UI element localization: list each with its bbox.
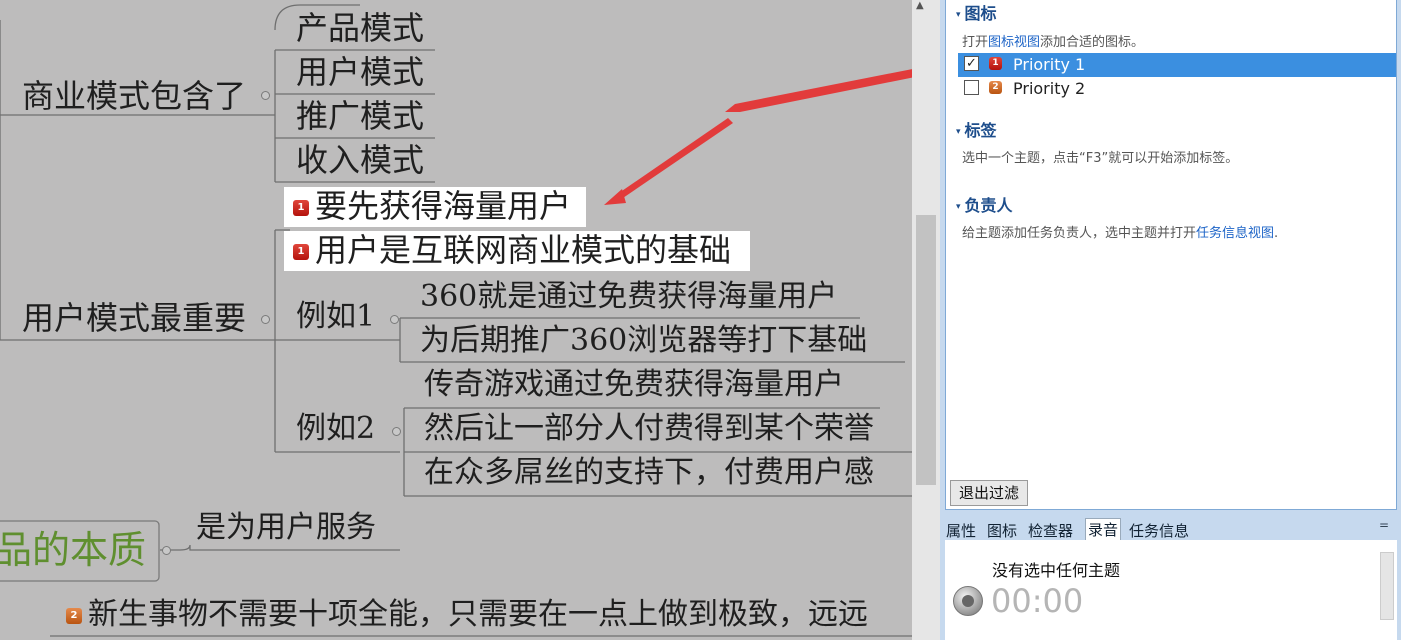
priority-2-icon: 2 bbox=[989, 81, 1002, 94]
recording-status: 没有选中任何主题 bbox=[992, 561, 1121, 580]
icon-view-link[interactable]: 图标视图 bbox=[988, 35, 1040, 50]
collapse-triangle-icon: ▾ bbox=[956, 9, 961, 20]
panel-tabs: 属性 图标 检查器 录音 任务信息 = bbox=[945, 518, 1397, 541]
scrollbar-thumb[interactable] bbox=[916, 215, 936, 485]
topic-eg1-item-1[interactable]: 360就是通过免费获得海量用户 bbox=[420, 282, 837, 312]
assignee-desc-suffix: . bbox=[1274, 226, 1279, 241]
scroll-up-icon[interactable]: ▲ bbox=[916, 0, 924, 11]
recording-panel: 没有选中任何主题 00:00 bbox=[945, 540, 1397, 640]
filter-item-label: Priority 2 bbox=[1013, 79, 1086, 98]
checkbox-icon[interactable] bbox=[964, 80, 979, 95]
assignee-section-title: 负责人 bbox=[964, 196, 1013, 215]
topic-eg2-item-1[interactable]: 传奇游戏通过免费获得海量用户 bbox=[424, 370, 844, 400]
tags-section-desc: 选中一个主题，点击“F3”就可以开始添加标签。 bbox=[962, 151, 1239, 166]
collapse-toggle[interactable] bbox=[392, 427, 401, 436]
topic-note-1: 要先获得海量用户 bbox=[315, 187, 572, 225]
topic-user-model[interactable]: 用户模式 bbox=[296, 56, 424, 88]
filter-panel: ▾ 图标 打开图标视图添加合适的图标。 ✓ 1 Priority 1 2 Prio… bbox=[945, 0, 1397, 510]
topic-promotion-model[interactable]: 推广模式 bbox=[296, 100, 424, 132]
tab-icons[interactable]: 图标 bbox=[987, 520, 1017, 541]
record-button-icon[interactable] bbox=[953, 586, 983, 616]
filter-item-label: Priority 1 bbox=[1013, 55, 1086, 74]
exit-filter-button[interactable]: 退出过滤 bbox=[950, 480, 1028, 506]
topic-user-model-key[interactable]: 用户模式最重要 bbox=[22, 302, 246, 334]
topic-eg2-item-3[interactable]: 在众多屌丝的支持下，付费用户感 bbox=[424, 458, 874, 488]
assignee-section-header[interactable]: ▾ 负责人 bbox=[956, 192, 1013, 216]
topic-eg2-item-2[interactable]: 然后让一部分人付费得到某个荣誉 bbox=[424, 414, 874, 444]
collapse-toggle[interactable] bbox=[261, 91, 270, 100]
topic-eg1-item-2[interactable]: 为后期推广360浏览器等打下基础 bbox=[420, 326, 867, 356]
icons-section-header[interactable]: ▾ 图标 bbox=[956, 0, 997, 24]
collapse-toggle[interactable] bbox=[261, 315, 270, 324]
topic-note-2: 用户是互联网商业模式的基础 bbox=[315, 231, 732, 269]
topic-revenue-model[interactable]: 收入模式 bbox=[296, 144, 424, 176]
mindmap-canvas[interactable]: 商业模式包含了 产品模式 用户模式 推广模式 收入模式 1 要先获得海量用户 1… bbox=[0, 0, 912, 640]
recording-scrollbar[interactable] bbox=[1380, 552, 1394, 620]
priority-1-icon: 1 bbox=[293, 244, 309, 260]
topic-product-essence[interactable]: 品的本质 bbox=[0, 531, 146, 569]
priority-1-icon: 1 bbox=[989, 57, 1002, 70]
topic-new-things[interactable]: 新生事物不需要十项全能，只需要在一点上做到极致，远远 bbox=[88, 600, 868, 630]
tab-inspector[interactable]: 检查器 bbox=[1028, 520, 1073, 541]
task-info-view-link[interactable]: 任务信息视图 bbox=[1196, 226, 1274, 241]
tab-task-info[interactable]: 任务信息 bbox=[1129, 520, 1189, 541]
filter-item-priority-1[interactable]: ✓ 1 Priority 1 bbox=[958, 53, 1396, 77]
topic-serve-users[interactable]: 是为用户服务 bbox=[196, 513, 376, 543]
icons-section-title: 图标 bbox=[964, 4, 997, 23]
topic-note-2-highlight[interactable]: 1 用户是互联网商业模式的基础 bbox=[284, 231, 750, 271]
topic-business-model[interactable]: 商业模式包含了 bbox=[22, 80, 246, 112]
assignee-section-desc: 给主题添加任务负责人，选中主题并打开任务信息视图. bbox=[962, 222, 1278, 241]
canvas-scrollbar[interactable] bbox=[912, 0, 940, 640]
priority-2-icon: 2 bbox=[66, 608, 82, 624]
collapse-triangle-icon: ▾ bbox=[956, 126, 961, 137]
filter-item-priority-2[interactable]: 2 Priority 2 bbox=[958, 77, 1396, 101]
priority-1-icon: 1 bbox=[293, 200, 309, 216]
topic-example-1[interactable]: 例如1 bbox=[296, 302, 375, 332]
collapse-toggle[interactable] bbox=[162, 546, 171, 555]
topic-note-1-highlight[interactable]: 1 要先获得海量用户 bbox=[284, 187, 586, 227]
collapse-triangle-icon: ▾ bbox=[956, 201, 961, 212]
topic-product-model[interactable]: 产品模式 bbox=[296, 12, 424, 44]
tags-section-title: 标签 bbox=[964, 121, 997, 140]
tags-section-header[interactable]: ▾ 标签 bbox=[956, 117, 997, 141]
tab-properties[interactable]: 属性 bbox=[946, 520, 976, 541]
icons-desc-prefix: 打开 bbox=[962, 35, 989, 50]
collapse-toggle[interactable] bbox=[390, 315, 399, 324]
checkbox-icon[interactable]: ✓ bbox=[964, 56, 979, 71]
icons-section-desc: 打开图标视图添加合适的图标。 bbox=[962, 31, 1144, 50]
tab-recording[interactable]: 录音 bbox=[1085, 518, 1122, 541]
icons-desc-suffix: 添加合适的图标。 bbox=[1040, 35, 1145, 50]
topic-example-2[interactable]: 例如2 bbox=[296, 414, 375, 444]
annotation-arrows bbox=[604, 69, 912, 205]
tab-menu-icon[interactable]: = bbox=[1379, 518, 1389, 532]
assignee-desc-prefix: 给主题添加任务负责人，选中主题并打开 bbox=[962, 226, 1197, 241]
recording-timer: 00:00 bbox=[991, 582, 1084, 620]
side-panel: ▾ 图标 打开图标视图添加合适的图标。 ✓ 1 Priority 1 2 Prio… bbox=[940, 0, 1401, 640]
